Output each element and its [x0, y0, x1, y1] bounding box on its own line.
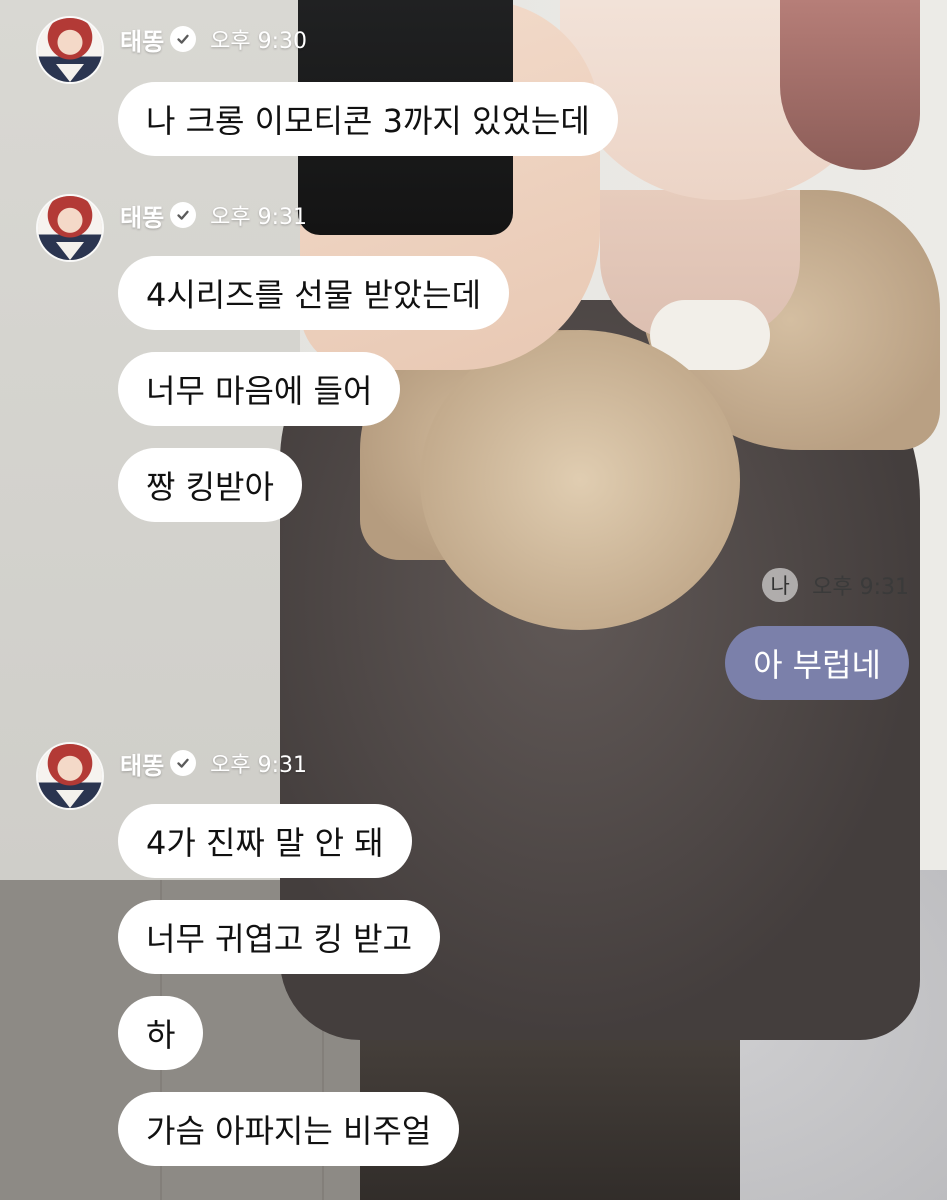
message-header: 태똥 오후 9:30: [120, 22, 307, 56]
sender-avatar[interactable]: [38, 196, 102, 260]
sender-name[interactable]: 태똥: [120, 746, 164, 781]
message-bubble[interactable]: 4가 진짜 말 안 돼: [118, 804, 412, 878]
message-bubble[interactable]: 하: [118, 996, 204, 1070]
me-label: 나: [762, 568, 799, 602]
sender-name[interactable]: 태똥: [120, 198, 164, 233]
verified-check-icon: [170, 26, 197, 52]
verified-check-icon: [170, 750, 197, 776]
chat-thread[interactable]: 태똥 오후 9:30 나 크롱 이모티콘 3까지 있었는데 태똥 오후 9:31…: [0, 0, 947, 1200]
message-time: 오후 9:31: [210, 753, 308, 778]
message-bubble[interactable]: 너무 마음에 들어: [118, 352, 401, 426]
message-bubble[interactable]: 짱 킹받아: [118, 448, 302, 522]
message-time: 오후 9:30: [210, 29, 308, 54]
verified-check-icon: [170, 202, 197, 228]
my-message-bubble[interactable]: 아 부럽네: [725, 626, 909, 700]
message-time: 오후 9:31: [812, 575, 909, 600]
message-bubble[interactable]: 가슴 아파지는 비주얼: [118, 1092, 460, 1166]
message-bubble[interactable]: 4시리즈를 선물 받았는데: [118, 256, 510, 330]
message-time: 오후 9:31: [210, 205, 308, 230]
sender-avatar[interactable]: [38, 744, 102, 808]
my-message-header: 나 오후 9:31: [762, 568, 909, 602]
sender-avatar[interactable]: [38, 18, 102, 82]
message-header: 태똥 오후 9:31: [120, 746, 307, 780]
sender-name[interactable]: 태똥: [120, 22, 164, 57]
message-header: 태똥 오후 9:31: [120, 198, 307, 232]
message-bubble[interactable]: 너무 귀엽고 킹 받고: [118, 900, 441, 974]
message-bubble[interactable]: 나 크롱 이모티콘 3까지 있었는데: [118, 82, 618, 156]
